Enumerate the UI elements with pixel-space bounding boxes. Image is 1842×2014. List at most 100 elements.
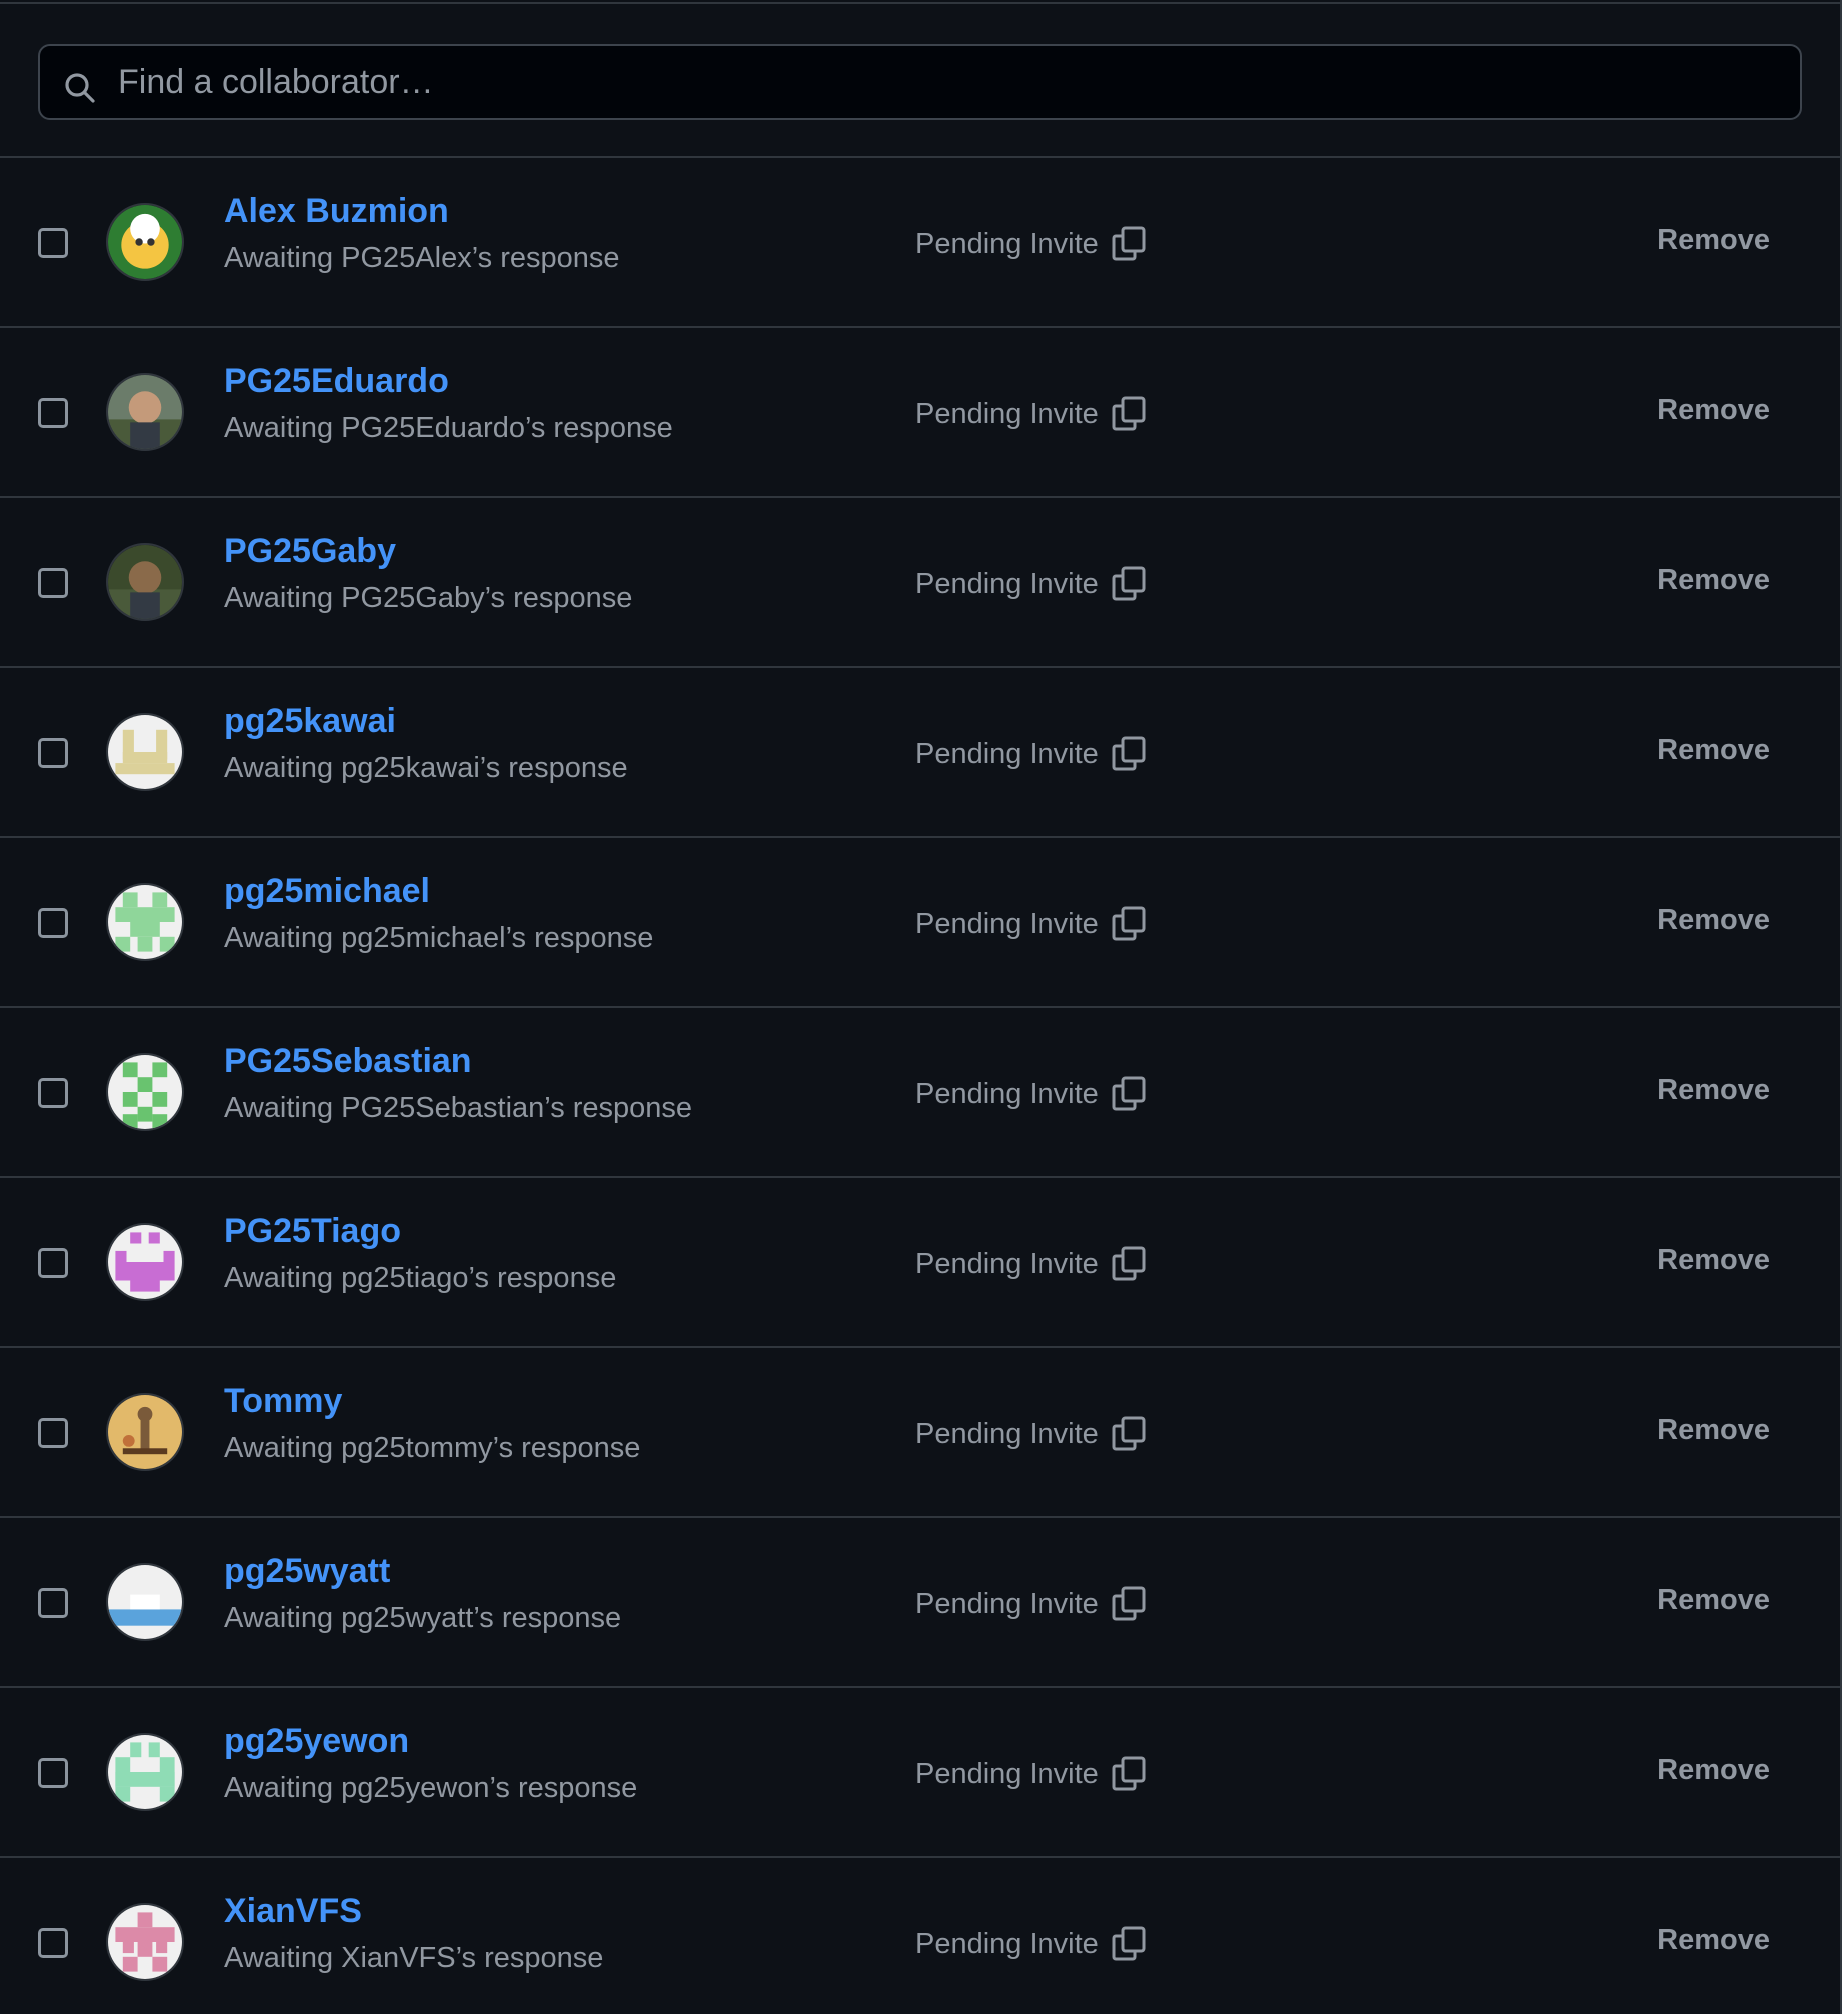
collaborator-row: Alex Buzmion Awaiting PG25Alex’s response… [0,158,1840,328]
collaborator-row: pg25yewon Awaiting pg25yewon’s response Pe… [0,1688,1840,1858]
remove-button[interactable]: Remove [1657,1584,1770,1617]
remove-button[interactable]: Remove [1657,564,1770,597]
invite-status-text: Awaiting XianVFS’s response [224,1942,604,1974]
collaborator-name-link[interactable]: Tommy [224,1382,342,1421]
remove-button[interactable]: Remove [1657,1244,1770,1277]
collaborator-row: PG25Tiago Awaiting pg25tiago’s response Pe… [0,1178,1840,1348]
pending-invite: Pending Invite [915,1414,1149,1454]
search-input[interactable] [40,45,1800,119]
avatar[interactable] [106,1733,184,1811]
pending-invite-label: Pending Invite [915,227,1099,260]
avatar[interactable] [106,1903,184,1981]
remove-button[interactable]: Remove [1657,734,1770,767]
remove-button[interactable]: Remove [1657,1414,1770,1447]
remove-button[interactable]: Remove [1657,904,1770,937]
pending-invite: Pending Invite [915,1074,1149,1114]
remove-button[interactable]: Remove [1657,394,1770,427]
select-checkbox[interactable] [38,398,68,428]
collaborator-name-link[interactable]: PG25Gaby [224,532,396,571]
copy-icon[interactable] [1109,564,1149,604]
invite-status-text: Awaiting PG25Alex’s response [224,242,620,274]
avatar[interactable] [106,1563,184,1641]
pending-invite: Pending Invite [915,564,1149,604]
pending-invite-label: Pending Invite [915,1927,1099,1960]
pending-invite: Pending Invite [915,394,1149,434]
avatar[interactable] [106,373,184,451]
pending-invite-label: Pending Invite [915,397,1099,430]
search-bar-container [0,4,1840,158]
collaborator-name-link[interactable]: pg25yewon [224,1722,409,1761]
collaborator-row: pg25kawai Awaiting pg25kawai’s response Pe… [0,668,1840,838]
avatar[interactable] [106,1053,184,1131]
invite-status-text: Awaiting pg25michael’s response [224,922,654,954]
select-checkbox[interactable] [38,908,68,938]
avatar[interactable] [106,1223,184,1301]
avatar[interactable] [106,883,184,961]
collaborator-row: pg25wyatt Awaiting pg25wyatt’s response Pe… [0,1518,1840,1688]
invite-status-text: Awaiting pg25yewon’s response [224,1772,638,1804]
collaborator-name-link[interactable]: PG25Tiago [224,1212,401,1251]
invite-status-text: Awaiting pg25tommy’s response [224,1432,641,1464]
avatar[interactable] [106,543,184,621]
collaborator-name-link[interactable]: XianVFS [224,1892,362,1931]
invite-status-text: Awaiting PG25Sebastian’s response [224,1092,693,1124]
copy-icon[interactable] [1109,1924,1149,1964]
pending-invite: Pending Invite [915,1584,1149,1624]
invite-status-text: Awaiting pg25wyatt’s response [224,1602,622,1634]
pending-invite-label: Pending Invite [915,1587,1099,1620]
pending-invite-label: Pending Invite [915,737,1099,770]
select-checkbox[interactable] [38,738,68,768]
copy-icon[interactable] [1109,224,1149,264]
select-checkbox[interactable] [38,228,68,258]
pending-invite: Pending Invite [915,1244,1149,1284]
invite-status-text: Awaiting pg25kawai’s response [224,752,628,784]
select-checkbox[interactable] [38,1078,68,1108]
collaborator-name-link[interactable]: PG25Sebastian [224,1042,472,1081]
copy-icon[interactable] [1109,1584,1149,1624]
avatar[interactable] [106,203,184,281]
copy-icon[interactable] [1109,394,1149,434]
collaborator-row: Tommy Awaiting pg25tommy’s response Pendin… [0,1348,1840,1518]
collaborator-row: XianVFS Awaiting XianVFS’s response Pendin… [0,1858,1840,2014]
collaborator-row: PG25Gaby Awaiting PG25Gaby’s response Pend… [0,498,1840,668]
collaborator-row: PG25Eduardo Awaiting PG25Eduardo’s respon… [0,328,1840,498]
copy-icon[interactable] [1109,1074,1149,1114]
pending-invite-label: Pending Invite [915,567,1099,600]
copy-icon[interactable] [1109,1414,1149,1454]
pending-invite: Pending Invite [915,1924,1149,1964]
copy-icon[interactable] [1109,1244,1149,1284]
search-icon [65,73,95,103]
collaborator-name-link[interactable]: PG25Eduardo [224,362,449,401]
select-checkbox[interactable] [38,1758,68,1788]
collaborator-name-link[interactable]: pg25wyatt [224,1552,390,1591]
pending-invite-label: Pending Invite [915,1077,1099,1110]
collaborators-panel: Alex Buzmion Awaiting PG25Alex’s response… [0,0,1842,2014]
pending-invite-label: Pending Invite [915,1417,1099,1450]
remove-button[interactable]: Remove [1657,1924,1770,1957]
pending-invite: Pending Invite [915,224,1149,264]
copy-icon[interactable] [1109,1754,1149,1794]
remove-button[interactable]: Remove [1657,1754,1770,1787]
avatar[interactable] [106,713,184,791]
select-checkbox[interactable] [38,1248,68,1278]
remove-button[interactable]: Remove [1657,224,1770,257]
collaborator-name-link[interactable]: Alex Buzmion [224,192,449,231]
pending-invite-label: Pending Invite [915,1247,1099,1280]
remove-button[interactable]: Remove [1657,1074,1770,1107]
pending-invite: Pending Invite [915,734,1149,774]
copy-icon[interactable] [1109,904,1149,944]
collaborator-name-link[interactable]: pg25michael [224,872,430,911]
select-checkbox[interactable] [38,1418,68,1448]
invite-status-text: Awaiting PG25Gaby’s response [224,582,633,614]
avatar[interactable] [106,1393,184,1471]
collaborator-name-link[interactable]: pg25kawai [224,702,396,741]
pending-invite-label: Pending Invite [915,1757,1099,1790]
collaborator-row: pg25michael Awaiting pg25michael’s respon… [0,838,1840,1008]
collaborator-row: PG25Sebastian Awaiting PG25Sebastian’s re… [0,1008,1840,1178]
select-checkbox[interactable] [38,1588,68,1618]
select-checkbox[interactable] [38,568,68,598]
pending-invite: Pending Invite [915,904,1149,944]
select-checkbox[interactable] [38,1928,68,1958]
copy-icon[interactable] [1109,734,1149,774]
invite-status-text: Awaiting pg25tiago’s response [224,1262,617,1294]
